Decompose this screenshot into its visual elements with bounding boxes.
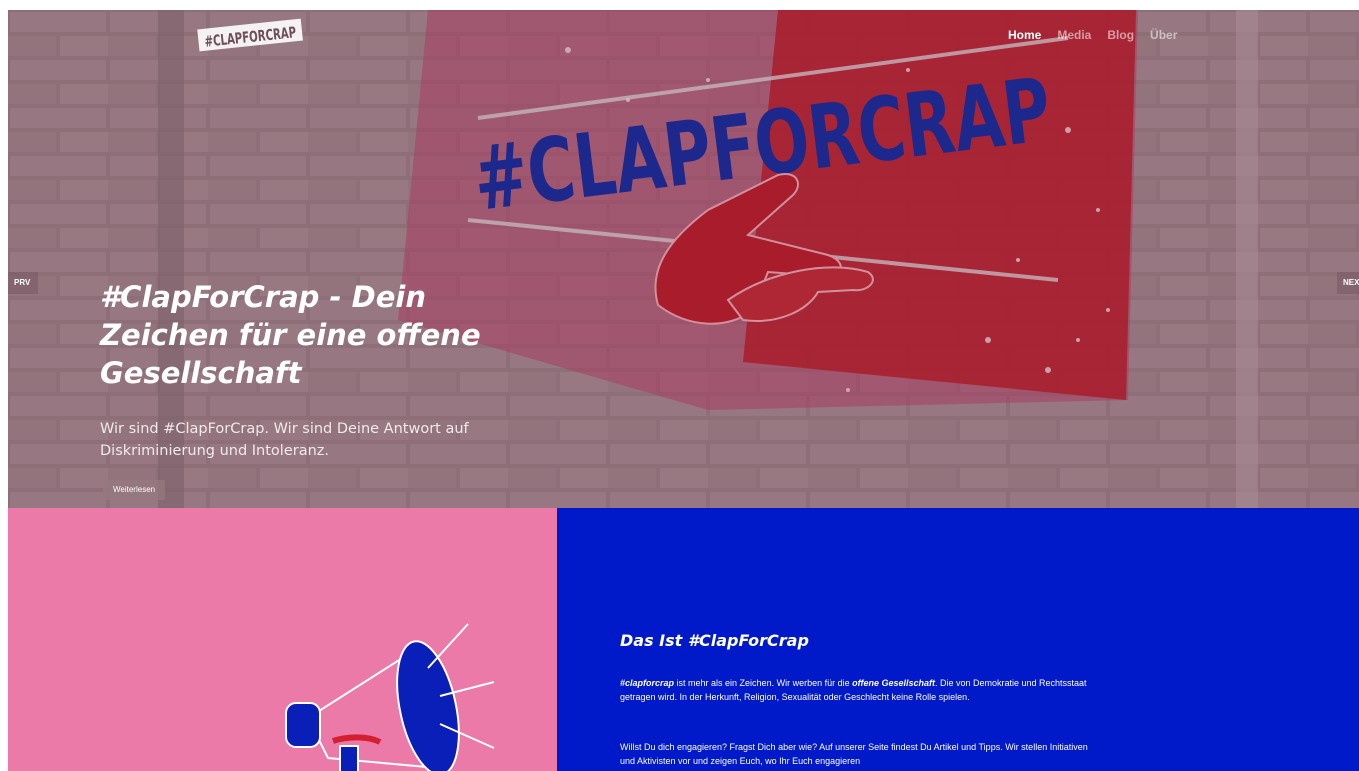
megaphone-icon bbox=[285, 623, 495, 771]
about-open-society-emphasis: offene Gesellschaft bbox=[852, 678, 935, 688]
nav-item-media[interactable]: Media bbox=[1057, 28, 1091, 42]
slider-prev-button[interactable]: PRV bbox=[8, 272, 39, 294]
illustration-panel bbox=[8, 508, 557, 771]
page-frame: #CLAPFORCRAP #CLAPFORCRAP Home Media Blo… bbox=[8, 10, 1359, 771]
main-nav: Home Media Blog Über bbox=[1008, 28, 1177, 42]
read-more-button[interactable]: Weiterlesen bbox=[103, 480, 166, 500]
about-paragraph-2: Willst Du dich engagieren? Fragst Dich a… bbox=[620, 742, 1088, 766]
hero-title: #ClapForCrap - Dein Zeichen für eine off… bbox=[100, 280, 481, 390]
about-title: Das Ist #ClapForCrap bbox=[620, 631, 809, 650]
about-paragraph-1: #clapforcrap ist mehr als ein Zeichen. W… bbox=[620, 676, 1090, 704]
hero-slider: #CLAPFORCRAP #CLAPFORCRAP Home Media Blo… bbox=[8, 10, 1359, 508]
about-p1-text-a: ist mehr als ein Zeichen. Wir werben für… bbox=[674, 678, 853, 688]
slider-next-button[interactable]: NEXT bbox=[1337, 272, 1359, 294]
about-brand-strong: #clapforcrap bbox=[620, 678, 675, 688]
hero-subtitle: Wir sind #ClapForCrap. Wir sind Deine An… bbox=[100, 421, 469, 459]
nav-item-uber[interactable]: Über bbox=[1150, 28, 1177, 42]
nav-item-home[interactable]: Home bbox=[1008, 28, 1041, 42]
site-logo[interactable]: #CLAPFORCRAP bbox=[196, 12, 304, 56]
nav-item-blog[interactable]: Blog bbox=[1107, 28, 1134, 42]
about-panel: Das Ist #ClapForCrap #clapforcrap ist me… bbox=[557, 508, 1359, 771]
